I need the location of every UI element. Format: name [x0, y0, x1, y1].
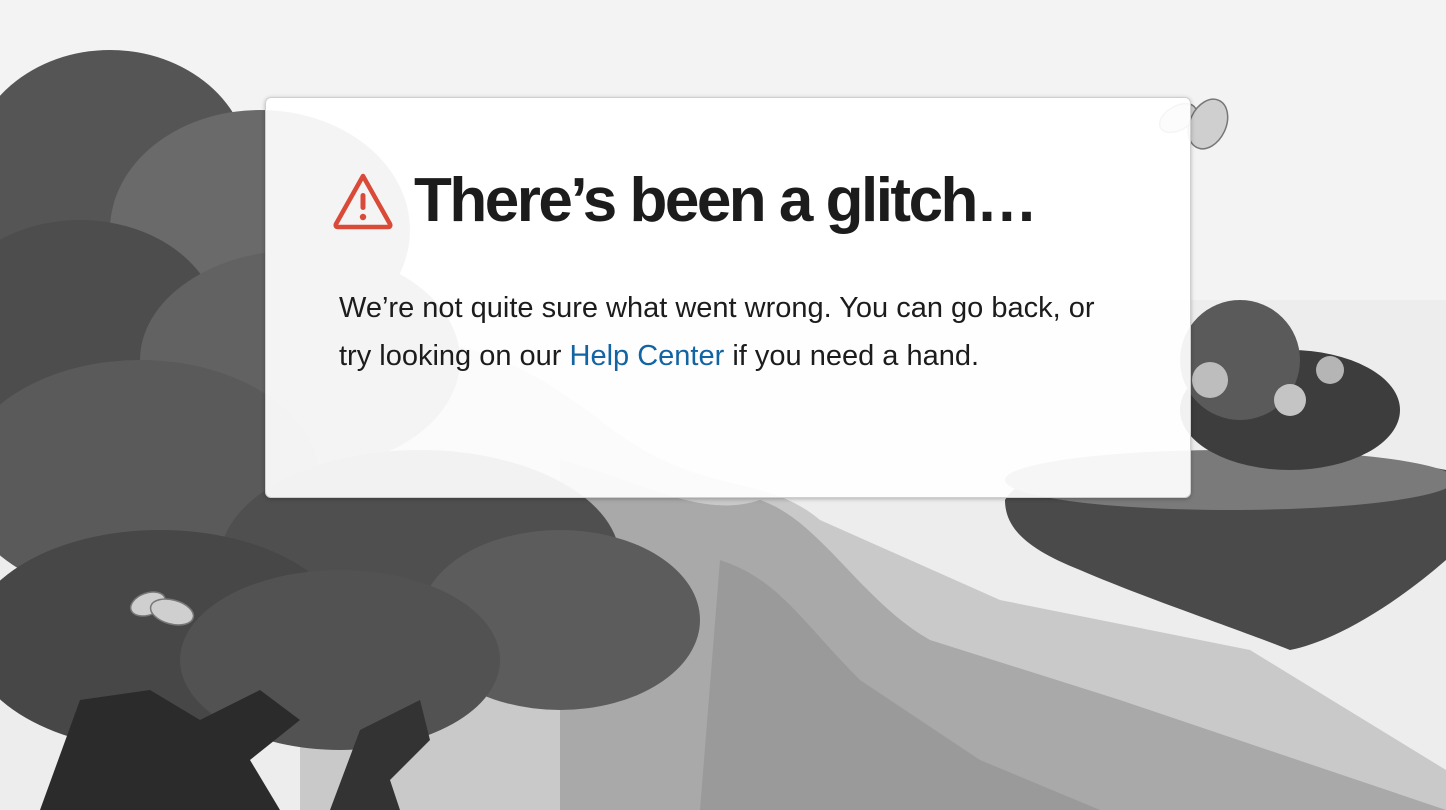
- error-heading: There’s been a glitch…: [332, 166, 1038, 236]
- error-card: There’s been a glitch… We’re not quite s…: [265, 97, 1191, 498]
- error-message-text-end: if you need a hand.: [724, 340, 980, 372]
- warning-triangle-icon: [333, 173, 393, 230]
- error-message: We’re not quite sure what went wrong. Yo…: [339, 284, 1099, 380]
- help-center-link[interactable]: Help Center: [570, 340, 725, 372]
- page-title: There’s been a glitch…: [414, 166, 1038, 235]
